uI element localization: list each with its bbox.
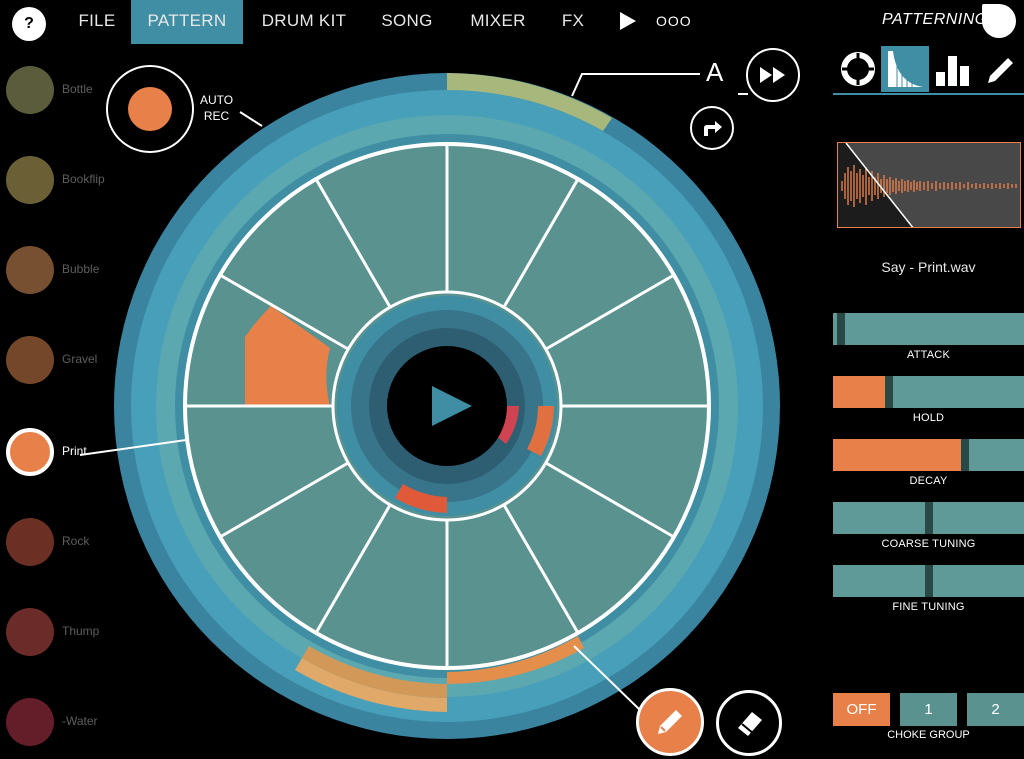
param-track[interactable]	[833, 376, 1024, 408]
sound-label: -Water	[62, 714, 98, 728]
param-track[interactable]	[833, 313, 1024, 345]
param-label: FINE TUNING	[892, 601, 965, 613]
pattern-dots[interactable]: OOO	[656, 13, 692, 29]
param-fill	[833, 439, 961, 471]
pencil-icon	[658, 710, 682, 734]
copy-pattern-button[interactable]	[690, 106, 734, 150]
auto-rec-label-line2: REC	[203, 109, 230, 123]
sound-color-dot	[6, 608, 54, 656]
sound-label: Rock	[62, 534, 90, 548]
brand-title: PATTERNING	[882, 11, 988, 28]
param-label: HOLD	[912, 412, 945, 424]
sound-item-thump[interactable]: Thump	[6, 608, 126, 656]
pencil-icon	[988, 58, 1013, 83]
sound-color-dot	[6, 246, 54, 294]
draw-tool-button[interactable]	[636, 688, 704, 756]
param-handle[interactable]	[925, 502, 933, 534]
sound-label: Bottle	[62, 82, 93, 96]
help-button[interactable]: ?	[12, 7, 46, 41]
choke-group-1-button[interactable]: 1	[900, 693, 957, 726]
sound-color-dot	[6, 66, 54, 114]
param-fill	[833, 376, 885, 408]
top-bar: ? FILE PATTERN DRUM KIT SONG MIXER FX OO…	[0, 0, 1024, 44]
sound-label: Print	[62, 444, 87, 458]
param-label: ATTACK	[907, 349, 950, 361]
param-label: DECAY	[909, 475, 948, 487]
sound-label: Thump	[62, 624, 100, 638]
param-track[interactable]	[833, 439, 1024, 471]
sample-name[interactable]: Say - Print.wav	[833, 259, 1024, 275]
sound-item-rock[interactable]: Rock	[6, 518, 126, 566]
erase-tool-button[interactable]	[716, 690, 782, 756]
param-handle[interactable]	[925, 565, 933, 597]
fine-tuning-slider[interactable]: FINE TUNING	[833, 565, 1024, 613]
tab-envelope[interactable]	[881, 46, 929, 92]
sound-item-gravel[interactable]: Gravel	[6, 336, 126, 384]
auto-rec-button[interactable]	[106, 65, 194, 153]
param-label: COARSE TUNING	[881, 538, 976, 550]
play-icon[interactable]	[620, 12, 636, 30]
waveform-graphic	[838, 143, 1020, 227]
sound-color-dot	[6, 698, 54, 746]
sound-color-dot	[6, 518, 54, 566]
nav-file[interactable]: FILE	[70, 0, 124, 44]
nav-fx[interactable]: FX	[552, 0, 594, 44]
param-handle[interactable]	[885, 376, 893, 408]
sound-label: Bubble	[62, 262, 100, 276]
lifebuoy-icon	[841, 52, 875, 86]
fast-forward-icon	[760, 67, 785, 83]
param-handle[interactable]	[837, 313, 845, 345]
sound-color-dot	[6, 336, 54, 384]
coarse-tuning-slider[interactable]: COARSE TUNING	[833, 502, 1024, 550]
envelope-icon	[888, 51, 923, 87]
tab-mixer[interactable]	[834, 46, 882, 92]
waveform-display[interactable]	[837, 142, 1021, 228]
pattern-connector-line	[571, 73, 700, 97]
sound-color-dot	[6, 428, 54, 476]
nav-pattern[interactable]: PATTERN	[131, 0, 243, 44]
hold-slider[interactable]: HOLD	[833, 376, 1024, 424]
nav-drum-kit[interactable]: DRUM KIT	[252, 0, 356, 44]
bars-icon	[936, 56, 969, 86]
sound-label: Bookflip	[62, 172, 105, 186]
sound-color-dot	[6, 156, 54, 204]
next-pattern-button[interactable]	[746, 48, 800, 102]
tab-edit[interactable]	[977, 46, 1024, 92]
choke-group-2-button[interactable]: 2	[967, 693, 1024, 726]
attack-slider[interactable]: ATTACK	[833, 313, 1024, 361]
arrow-redirect-icon	[704, 121, 722, 136]
choke-group-label: CHOKE GROUP	[887, 729, 970, 741]
record-dot-icon	[128, 87, 172, 131]
auto-rec-label: AUTO REC	[200, 92, 233, 124]
nav-mixer[interactable]: MIXER	[462, 0, 534, 44]
sound-label: Gravel	[62, 352, 98, 366]
auto-rec-label-line1: AUTO	[200, 93, 234, 107]
sound-item-bubble[interactable]: Bubble	[6, 246, 126, 294]
choke-off-button[interactable]: OFF	[833, 693, 890, 726]
param-track[interactable]	[833, 565, 1024, 597]
decay-slider[interactable]: DECAY	[833, 439, 1024, 487]
param-handle[interactable]	[961, 439, 969, 471]
nav-song[interactable]: SONG	[372, 0, 442, 44]
autorec-connector-line	[239, 111, 263, 127]
sound-item-bookflip[interactable]: Bookflip	[6, 156, 126, 204]
tab-underline	[833, 93, 1024, 95]
eraser-icon	[738, 712, 762, 736]
tab-bars[interactable]	[929, 46, 977, 92]
param-track[interactable]	[833, 502, 1024, 534]
sound-item-water[interactable]: -Water	[6, 698, 126, 746]
pattern-letter[interactable]: A	[706, 57, 723, 88]
leaf-logo-icon[interactable]	[982, 4, 1016, 38]
